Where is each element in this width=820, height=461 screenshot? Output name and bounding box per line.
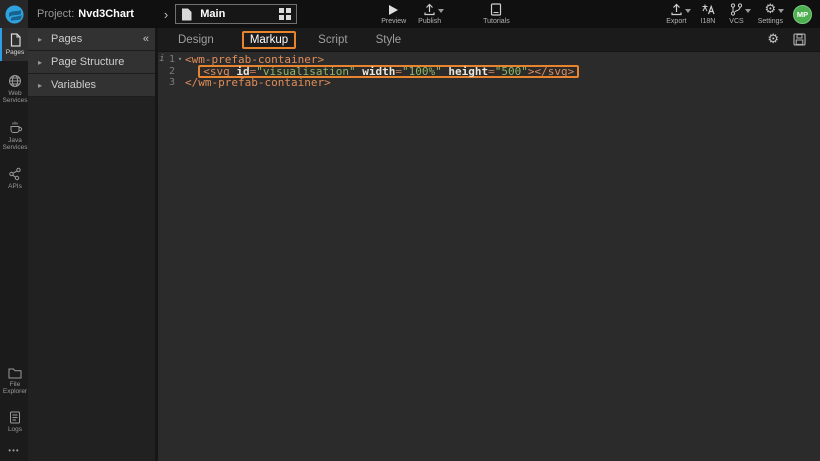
tab-style[interactable]: Style (376, 34, 402, 46)
export-button[interactable]: Export (666, 3, 686, 26)
sidebar-more-button[interactable]: ••• (0, 438, 28, 461)
height-value-token[interactable]: "500" (495, 66, 528, 78)
settings-button[interactable]: ⚙ Settings (758, 3, 783, 26)
export-label: Export (666, 18, 686, 26)
tab-markup[interactable]: Markup (242, 31, 296, 49)
page-file-icon (181, 8, 192, 21)
top-bar: Project: Nvd3Chart › Main Preview Publish… (0, 0, 820, 28)
equals-token[interactable]: = (395, 66, 402, 78)
gutter-line-2: 2 (158, 66, 185, 78)
tutorials-label: Tutorials (483, 18, 510, 26)
settings-gear-icon: ⚙ (765, 3, 777, 16)
export-caret-icon (685, 9, 691, 13)
code-line-1[interactable]: i 1 ▾ <wm-prefab-container> (158, 54, 820, 66)
equals-token[interactable]: = (488, 66, 495, 78)
svg-close-tag-token[interactable]: ></svg> (528, 66, 574, 78)
fold-arrow-icon[interactable]: ▾ (175, 54, 185, 66)
sidebar-item-file-explorer[interactable]: File Explorer (0, 362, 28, 400)
sidebar-item-apis[interactable]: APIs (0, 162, 28, 195)
preview-button[interactable]: Preview (381, 3, 406, 26)
vcs-label: VCS (729, 18, 743, 26)
tutorials-book-icon (490, 3, 502, 16)
left-panel: ▸ Pages « ▸ Page Structure ▸ Variables (28, 28, 158, 461)
pages-label: Pages (6, 49, 24, 56)
java-services-coffee-icon (8, 120, 23, 135)
breadcrumb-chevron-icon: › (164, 7, 168, 22)
expand-arrow-icon: ▸ (38, 81, 42, 90)
vcs-button[interactable]: VCS (729, 3, 743, 26)
file-explorer-folder-icon (8, 367, 22, 379)
grid-layout-icon[interactable] (279, 8, 291, 20)
editor-tab-bar: Design Markup Script Style ⚙ (158, 28, 820, 52)
accordion-variables[interactable]: ▸ Variables (28, 74, 155, 97)
vcs-caret-icon (745, 9, 751, 13)
i18n-label: I18N (701, 18, 716, 26)
sidebar-item-web-services[interactable]: Web Services (0, 69, 28, 109)
i18n-language-icon (701, 3, 715, 16)
page-tab-label: Main (200, 8, 279, 20)
expand-arrow-icon: ▸ (38, 58, 42, 67)
accordion-page-structure-label: Page Structure (51, 56, 124, 68)
line-number: 3 (166, 77, 175, 89)
page-tab-main[interactable]: Main (175, 4, 297, 24)
logs-label: Logs (8, 426, 22, 433)
sidebar-item-logs[interactable]: Logs (0, 406, 28, 438)
sidebar-item-java-services[interactable]: Java Services (0, 115, 28, 156)
accordion-page-structure[interactable]: ▸ Page Structure (28, 51, 155, 74)
tab-design[interactable]: Design (178, 34, 214, 46)
line-number: 1 (166, 54, 175, 66)
editor-settings-gear-icon[interactable]: ⚙ (767, 33, 779, 46)
wavemaker-logo-icon (5, 5, 24, 24)
space-token (442, 66, 449, 78)
apis-label: APIs (8, 183, 22, 190)
vcs-branch-icon (730, 3, 743, 16)
save-icon[interactable] (793, 33, 806, 46)
file-explorer-label: File Explorer (2, 381, 28, 395)
i18n-button[interactable]: I18N (701, 3, 716, 26)
info-icon: i (158, 54, 166, 66)
app-logo[interactable] (0, 0, 28, 28)
sidebar-item-pages[interactable]: Pages (0, 28, 28, 61)
publish-caret-icon (438, 9, 444, 13)
gutter-line-3: 3 (158, 77, 185, 89)
java-services-label: Java Services (2, 137, 28, 151)
line-number: 2 (166, 66, 175, 78)
code-close-tag[interactable]: </wm-prefab-container> (185, 77, 331, 89)
web-services-label: Web Services (2, 90, 28, 104)
pages-icon (9, 33, 22, 47)
accordion-pages-label: Pages (51, 33, 82, 45)
expand-arrow-icon: ▸ (38, 35, 42, 44)
publish-upload-icon (423, 3, 436, 16)
code-line-3[interactable]: 3 </wm-prefab-container> (158, 77, 820, 89)
height-attr-token[interactable]: height (448, 66, 488, 78)
logs-document-icon (9, 411, 21, 424)
settings-label: Settings (758, 18, 783, 26)
panel-collapse-button[interactable]: « (143, 33, 149, 45)
accordion-variables-label: Variables (51, 79, 96, 91)
export-upload-icon (670, 3, 683, 16)
markup-code-editor[interactable]: i 1 ▾ <wm-prefab-container> 2 <svg id = (158, 52, 820, 461)
apis-connector-icon (8, 167, 22, 181)
tutorials-button[interactable]: Tutorials (483, 3, 510, 26)
settings-caret-icon (778, 9, 784, 13)
space-token (356, 66, 363, 78)
play-icon (388, 4, 399, 16)
web-services-globe-icon (8, 74, 22, 88)
code-open-tag[interactable]: <wm-prefab-container> (185, 54, 324, 66)
publish-button[interactable]: Publish (418, 3, 441, 26)
left-icon-rail: Pages Web Services Java Services (0, 28, 28, 461)
user-avatar[interactable]: MP (793, 5, 812, 24)
publish-label: Publish (418, 18, 441, 26)
tab-script[interactable]: Script (318, 34, 347, 46)
project-name: Nvd3Chart (78, 8, 134, 20)
width-value-token[interactable]: "100%" (402, 66, 442, 78)
project-label: Project: (37, 8, 74, 20)
accordion-pages[interactable]: ▸ Pages « (28, 28, 155, 51)
gutter-line-1: i 1 ▾ (158, 54, 185, 66)
width-attr-token[interactable]: width (362, 66, 395, 78)
project-breadcrumb: Project: Nvd3Chart (37, 8, 134, 20)
preview-label: Preview (381, 18, 406, 26)
